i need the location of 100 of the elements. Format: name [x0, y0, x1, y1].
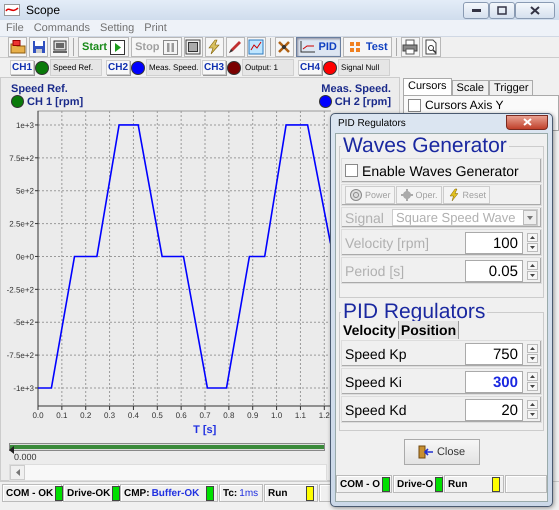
checkbox[interactable]: [345, 164, 358, 177]
up-arrow-icon: [530, 347, 535, 350]
down-arrow-icon: [530, 357, 535, 360]
close-button[interactable]: [515, 2, 555, 18]
pen-icon: [227, 39, 244, 55]
axis-tick-label: 0.6: [176, 411, 187, 420]
down-arrow-icon: [530, 413, 535, 416]
play-icon: [110, 40, 126, 54]
axis-legend-channel: CH 1 [rpm]: [27, 96, 84, 108]
folder-button[interactable]: [8, 37, 27, 57]
axis-tick-label: 0.7: [199, 411, 211, 420]
lightning-icon: [446, 188, 461, 202]
preview-button[interactable]: [422, 37, 441, 57]
number-field[interactable]: 300: [465, 370, 523, 392]
channel-button[interactable]: CH4: [298, 60, 322, 75]
menu-item[interactable]: Print: [144, 22, 167, 34]
close-button[interactable]: [506, 114, 548, 130]
axis-tick-label: 7.5e+2: [9, 154, 34, 163]
toolbar-button[interactable]: PID: [296, 37, 341, 57]
window-button[interactable]: [184, 37, 203, 57]
down-arrow-icon: [530, 246, 535, 249]
maximize-icon: [497, 6, 507, 14]
channel-button[interactable]: CH1: [10, 60, 34, 75]
spin-up-button[interactable]: [527, 261, 538, 270]
window-icon: [185, 39, 202, 55]
app-logo-icon: [4, 4, 20, 16]
save-button[interactable]: [29, 37, 48, 57]
up-arrow-icon: [530, 264, 535, 267]
status-label: CMP:: [124, 488, 150, 498]
group-title: PID Regulators: [342, 301, 486, 323]
tab[interactable]: Position: [398, 321, 460, 339]
maximize-button[interactable]: [489, 2, 515, 18]
axis-legend-name: Speed Ref.: [11, 83, 69, 95]
computer-button[interactable]: [50, 37, 69, 57]
channel-button[interactable]: CH3: [202, 60, 226, 75]
tab[interactable]: Cursors: [403, 78, 452, 95]
status-label: Tc:: [223, 488, 238, 498]
minimize-button[interactable]: [463, 2, 489, 18]
scroll-left-button[interactable]: [10, 465, 25, 480]
axis-tick-label: -2.5e+2: [6, 285, 34, 294]
spin-down-button[interactable]: [527, 410, 538, 419]
chart-icon: [248, 39, 264, 55]
toolbar-button[interactable]: Test: [342, 37, 392, 57]
save-icon: [30, 39, 46, 55]
tab[interactable]: Trigger: [489, 80, 534, 95]
channel-button[interactable]: CH2: [106, 60, 130, 75]
axis-tick-label: 5e+2: [16, 186, 34, 196]
spin-down-button[interactable]: [527, 354, 538, 363]
toolbar-button[interactable]: Start: [78, 37, 130, 57]
up-arrow-icon: [530, 236, 535, 239]
axis-tick-label: -7.5e+2: [6, 351, 34, 360]
channel-name: Meas. Speed.: [146, 59, 202, 76]
checkbox-label: Enable Waves Generator: [362, 162, 519, 178]
spin-down-button[interactable]: [527, 243, 538, 252]
down-arrow-icon: [530, 274, 535, 277]
axis-tick-label: 2.5e+2: [9, 220, 34, 229]
up-arrow-icon: [530, 375, 535, 378]
checkbox[interactable]: [408, 98, 421, 112]
spin-up-button[interactable]: [527, 372, 538, 381]
left-arrow-icon: [16, 469, 20, 476]
field-label: Speed Kd: [345, 402, 408, 418]
pen-button[interactable]: [226, 37, 245, 57]
print-button[interactable]: [400, 37, 420, 57]
gear-icon: [400, 188, 414, 202]
status-label: Run: [448, 478, 468, 490]
group-title: Waves Generator: [342, 135, 508, 157]
cursor-slider-track[interactable]: [9, 443, 325, 451]
status-label: Drive-OK: [67, 488, 110, 498]
slider-thumb[interactable]: [9, 446, 14, 454]
horizontal-scrollbar[interactable]: [9, 464, 327, 481]
tab[interactable]: Velocity: [341, 321, 399, 339]
computer-icon: [52, 39, 68, 55]
up-arrow-icon: [530, 403, 535, 406]
spin-down-button[interactable]: [527, 271, 538, 280]
menu-item[interactable]: Commands: [34, 22, 90, 34]
axis-legend-channel: CH 2 [rpm]: [334, 96, 391, 108]
close-icon: [530, 6, 540, 14]
dropdown-arrow-icon: [527, 216, 533, 220]
status-label: Drive-O: [397, 478, 434, 490]
close-dialog-button[interactable]: Close: [404, 439, 480, 465]
number-field[interactable]: 20: [465, 398, 523, 420]
field-label: Signal: [345, 210, 385, 226]
spin-down-button[interactable]: [527, 382, 538, 391]
number-field[interactable]: 750: [465, 342, 523, 364]
spin-up-button[interactable]: [527, 400, 538, 409]
spin-up-button[interactable]: [527, 344, 538, 353]
tools-button[interactable]: [274, 37, 294, 57]
minimize-icon: [472, 8, 480, 12]
pause-icon: [162, 40, 178, 54]
menu-item[interactable]: Setting: [100, 22, 134, 34]
axis-tick-label: 1.0: [271, 411, 282, 420]
spin-up-button[interactable]: [527, 233, 538, 242]
axis-tick-label: 1e+3: [16, 120, 34, 130]
graph-icon: [300, 39, 316, 55]
field-label: Velocity [rpm]: [345, 234, 430, 250]
menu-item[interactable]: File: [6, 22, 24, 34]
chart-button[interactable]: [246, 37, 266, 57]
lightning-button[interactable]: [204, 37, 224, 57]
status-value: Buffer-OK: [152, 488, 200, 498]
tab[interactable]: Scale: [452, 80, 490, 95]
